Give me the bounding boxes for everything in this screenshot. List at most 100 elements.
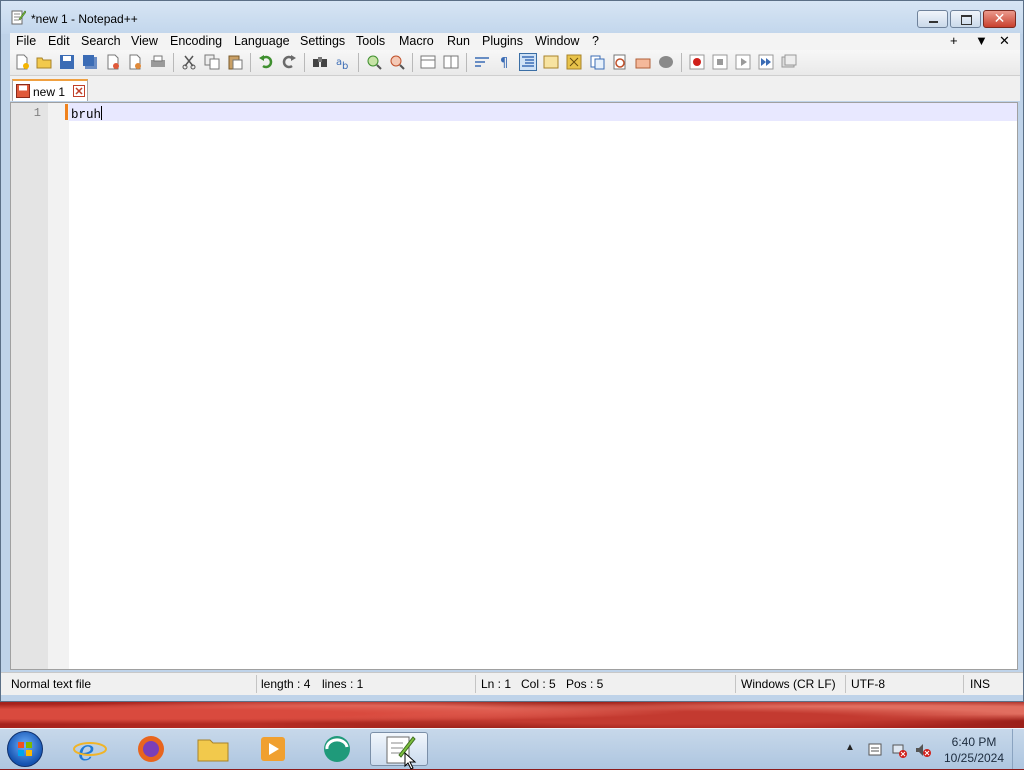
change-history-marker	[65, 104, 68, 120]
folder-as-workspace-icon[interactable]	[612, 54, 628, 70]
tab-close-icon[interactable]	[73, 85, 85, 97]
record-macro-icon[interactable]	[689, 54, 705, 70]
toolbar-separator	[466, 53, 467, 72]
save-macro-icon[interactable]	[781, 54, 797, 70]
mouse-cursor-icon	[404, 752, 417, 770]
menu-edit[interactable]: Edit	[48, 34, 70, 48]
print-icon[interactable]	[150, 54, 166, 70]
line-number: 1	[33, 106, 41, 120]
minimize-button[interactable]	[917, 10, 948, 28]
file-tail-icon[interactable]	[658, 54, 674, 70]
status-separator	[845, 675, 846, 693]
taskbar-file-explorer[interactable]	[191, 732, 235, 766]
playback-macro-icon[interactable]	[735, 54, 751, 70]
function-list-icon[interactable]	[589, 54, 605, 70]
close-document-button[interactable]: ✕	[999, 33, 1010, 49]
menu-language[interactable]: Language	[234, 34, 290, 48]
tab-list-dropdown-button[interactable]: ▼	[975, 33, 988, 48]
find-icon[interactable]	[312, 54, 328, 70]
editor-area[interactable]: 1 bruh	[10, 102, 1018, 670]
status-insert-mode[interactable]: INS	[970, 677, 990, 691]
notepad-plus-plus-icon	[386, 736, 416, 764]
close-file-icon[interactable]	[105, 54, 121, 70]
menu-file[interactable]: File	[16, 34, 36, 48]
indent-guide-icon[interactable]	[519, 53, 537, 71]
redo-icon[interactable]	[281, 54, 297, 70]
undo-icon[interactable]	[258, 54, 274, 70]
line-text: bruh	[71, 108, 102, 122]
menu-tools[interactable]: Tools	[356, 34, 385, 48]
clock-date[interactable]: 10/25/2024	[940, 751, 1008, 765]
status-pos: Pos : 5	[566, 677, 604, 691]
taskbar-app[interactable]	[315, 732, 359, 766]
toolbar: ab ¶	[10, 50, 1020, 76]
volume-muted-icon[interactable]	[915, 742, 931, 758]
close-all-icon[interactable]	[127, 54, 143, 70]
status-separator	[963, 675, 964, 693]
title-bar[interactable]: *new 1 - Notepad++ ✕	[1, 1, 1023, 34]
new-tab-plus-button[interactable]: +	[950, 33, 958, 48]
menu-run[interactable]: Run	[447, 34, 470, 48]
maximize-button[interactable]	[950, 10, 981, 28]
file-explorer-icon	[197, 739, 229, 762]
notepadpp-app-icon	[11, 10, 26, 25]
save-all-icon[interactable]	[82, 54, 98, 70]
menu-view[interactable]: View	[131, 34, 158, 48]
replace-icon[interactable]: ab	[335, 54, 351, 70]
minimize-icon	[929, 21, 938, 23]
copy-icon[interactable]	[204, 54, 220, 70]
status-eol[interactable]: Windows (CR LF)	[741, 677, 836, 691]
status-separator	[475, 675, 476, 693]
user-defined-language-icon[interactable]	[543, 54, 559, 70]
status-file-type: Normal text file	[11, 677, 92, 691]
clock-time[interactable]: 6:40 PM	[944, 735, 1004, 749]
menu-plugins[interactable]: Plugins	[482, 34, 523, 48]
close-button[interactable]: ✕	[983, 10, 1016, 28]
window-title: *new 1 - Notepad++	[31, 12, 138, 26]
word-wrap-icon[interactable]	[474, 54, 490, 70]
menu-search[interactable]: Search	[81, 34, 121, 48]
action-center-icon[interactable]	[867, 742, 883, 758]
toolbar-separator	[412, 53, 413, 72]
tab-label: new 1	[33, 85, 66, 99]
show-desktop-button[interactable]	[1012, 729, 1024, 769]
media-player-icon	[261, 737, 285, 761]
tab-new-1[interactable]: new 1	[12, 79, 88, 101]
show-all-characters-icon[interactable]: ¶	[497, 54, 513, 70]
zoom-out-icon[interactable]	[389, 54, 405, 70]
start-button[interactable]	[7, 731, 43, 767]
fold-margin	[48, 103, 69, 669]
cut-icon[interactable]	[181, 54, 197, 70]
open-file-icon[interactable]	[36, 54, 52, 70]
status-encoding[interactable]: UTF-8	[851, 677, 885, 691]
taskbar-internet-explorer[interactable]: e	[68, 732, 112, 767]
menu-settings[interactable]: Settings	[300, 34, 345, 48]
stop-recording-icon[interactable]	[712, 54, 728, 70]
current-line-highlight	[69, 103, 1017, 121]
menu-encoding[interactable]: Encoding	[170, 34, 222, 48]
toolbar-separator	[358, 53, 359, 72]
text-line[interactable]: bruh	[71, 106, 103, 122]
new-file-icon[interactable]	[14, 54, 30, 70]
taskbar-notepad-plus-plus[interactable]	[370, 732, 428, 766]
paste-icon[interactable]	[227, 54, 243, 70]
run-macro-multiple-icon[interactable]	[758, 54, 774, 70]
sync-horizontal-icon[interactable]	[443, 54, 459, 70]
toolbar-separator	[250, 53, 251, 72]
zoom-in-icon[interactable]	[366, 54, 382, 70]
unsaved-document-icon	[16, 84, 30, 98]
save-icon[interactable]	[59, 54, 75, 70]
internet-explorer-icon: e	[73, 734, 107, 767]
taskbar-media-player[interactable]	[251, 732, 295, 766]
taskbar-firefox[interactable]	[129, 732, 173, 766]
tray-expand-icon[interactable]: ▲	[845, 742, 861, 758]
menu-window[interactable]: Window	[535, 34, 579, 48]
sync-vertical-icon[interactable]	[420, 54, 436, 70]
menu-macro[interactable]: Macro	[399, 34, 434, 48]
network-disconnected-icon[interactable]	[891, 742, 907, 758]
monitoring-icon[interactable]	[635, 54, 651, 70]
status-separator	[256, 675, 257, 693]
menu-help[interactable]: ?	[592, 34, 599, 48]
document-map-icon[interactable]	[566, 54, 582, 70]
taskbar: e ▲ 6:40 PM 10/25/2024	[0, 728, 1024, 769]
